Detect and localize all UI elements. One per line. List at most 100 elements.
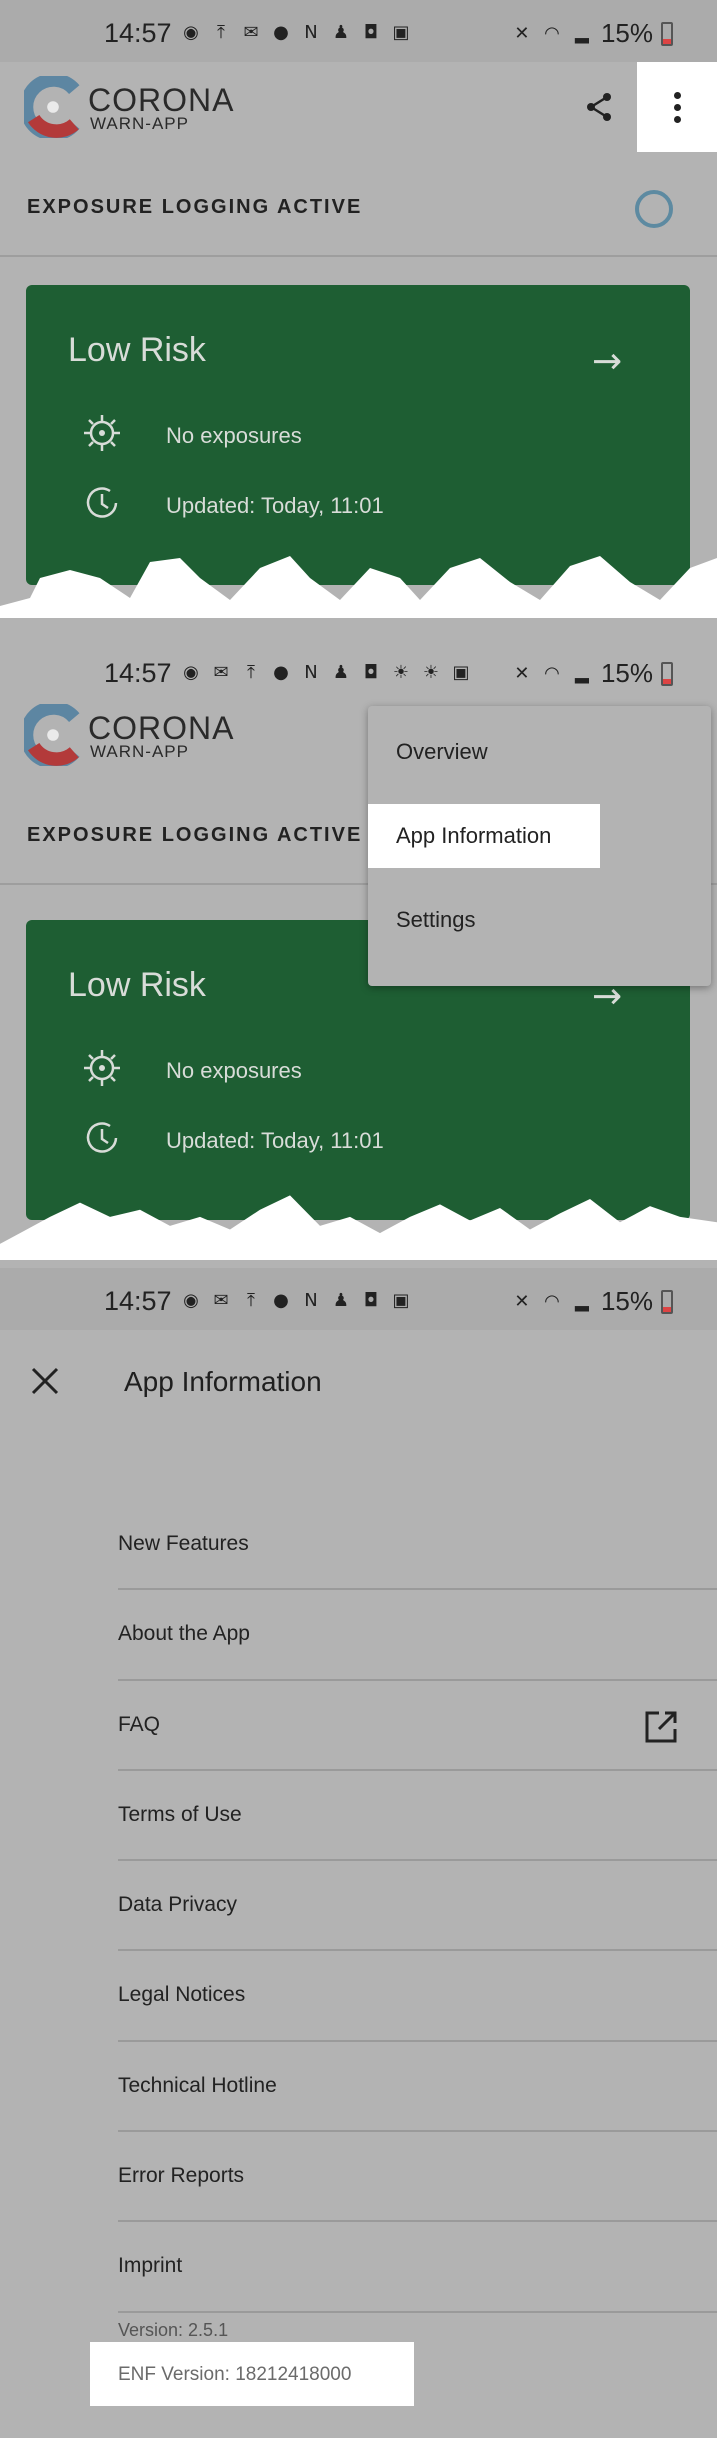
mail-icon: ✉ (243, 22, 259, 43)
app-logo-icon (24, 76, 80, 138)
close-icon[interactable] (28, 1364, 62, 1398)
camera-icon: ◘ (363, 22, 379, 43)
arrow-right-icon: → (592, 341, 623, 382)
wifi-icon: ◠ (544, 22, 560, 44)
dot-icon (674, 104, 681, 111)
camera-icon: ◘ (363, 1290, 379, 1311)
app-bar: CORONA WARN-APP (0, 62, 717, 152)
exposure-logging-row[interactable]: EXPOSURE LOGGING ACTIVE (0, 152, 717, 257)
risk-title: Low Risk (68, 966, 206, 1004)
risk-updated: Updated: Today, 11:01 (166, 1128, 384, 1153)
list-item-imprint[interactable]: Imprint (118, 2222, 717, 2313)
app-information-header: App Information (0, 1330, 717, 1430)
mail-icon: ✉ (213, 1290, 229, 1311)
torn-edge (0, 556, 717, 618)
share-icon[interactable] (578, 86, 620, 128)
notification-icon: ◉ (183, 662, 199, 683)
battery-icon (661, 21, 673, 46)
notification-icons: ◉ ⤒ ✉ ● N ♟ ◘ ▣ (180, 22, 412, 44)
list-item-label: Terms of Use (118, 1802, 242, 1826)
status-right: ✕ ◠ ▂ 15% (511, 1286, 673, 1317)
clock-refresh-icon (86, 487, 118, 518)
status-bar: 14:57 ◉ ⤒ ✉ ● N ♟ ◘ ▣ ✕ ◠ ▂ 15% (0, 0, 717, 62)
image-icon: ▣ (392, 1290, 410, 1311)
risk-title: Low Risk (68, 331, 206, 369)
battery-percent: 15% (600, 18, 653, 48)
risk-card[interactable]: Low Risk → No exposures Updated: Today, … (26, 285, 690, 585)
brand-sub: WARN-APP (90, 114, 189, 133)
notification-icons: ◉ ✉ ⤒ ● N ♟ ◘ ☀ ☀ ▣ (180, 662, 472, 684)
menu-item-overview[interactable]: Overview (368, 720, 488, 784)
list-item-faq[interactable]: FAQ (118, 1681, 717, 1771)
list-item-data-privacy[interactable]: Data Privacy (118, 1861, 717, 1952)
list-item-label: Imprint (118, 2254, 183, 2278)
account-icon: ● (273, 662, 289, 683)
external-link-icon (645, 1711, 677, 1743)
person-icon: ♟ (332, 1290, 350, 1311)
wifi-icon: ◠ (544, 1290, 560, 1312)
battery-icon (661, 661, 673, 686)
list-item-label: Legal Notices (118, 1983, 246, 2007)
list-item-about-the-app[interactable]: About the App (118, 1590, 717, 1681)
virus-icon (84, 1050, 120, 1086)
page-title: App Information (124, 1366, 322, 1397)
mute-icon: ✕ (514, 662, 530, 684)
upload-icon: ⤒ (247, 662, 255, 683)
torn-edge (0, 1195, 717, 1260)
list-item-terms-of-use[interactable]: Terms of Use (118, 1771, 717, 1862)
exposure-status-ring-icon (635, 190, 673, 228)
enf-version: ENF Version: 18212418000 (118, 2364, 352, 2385)
risk-exposures: No exposures (166, 423, 302, 448)
list-item-label: FAQ (118, 1712, 161, 1736)
sunrise-icon: ☀ (392, 662, 410, 683)
battery-percent: 15% (600, 1286, 653, 1316)
screenshot-panel-app-information: 14:57 ◉ ✉ ⤒ ● N ♟ ◘ ▣ ✕ ◠ ▂ 15% App Info… (0, 1268, 717, 2438)
list-item-label: Error Reports (118, 2164, 245, 2188)
exposure-logging-label: EXPOSURE LOGGING ACTIVE (27, 824, 363, 846)
n-app-icon: N (304, 1290, 318, 1311)
wifi-icon: ◠ (544, 662, 560, 684)
account-icon: ● (273, 1290, 289, 1311)
menu-item-settings[interactable]: Settings (368, 888, 476, 952)
signal-icon: ▂ (575, 662, 589, 684)
list-item-error-reports[interactable]: Error Reports (118, 2132, 717, 2223)
app-version: Version: 2.5.1 (118, 2320, 229, 2340)
status-time: 14:57 (104, 658, 172, 688)
person-icon: ♟ (332, 662, 350, 683)
sunset-icon: ☀ (422, 662, 440, 683)
mail-icon: ✉ (213, 662, 229, 683)
risk-updated: Updated: Today, 11:01 (166, 493, 384, 518)
status-right: ✕ ◠ ▂ 15% (511, 658, 673, 689)
screenshot-panel-home: 14:57 ◉ ⤒ ✉ ● N ♟ ◘ ▣ ✕ ◠ ▂ 15% CORONA W… (0, 0, 717, 628)
brand-sub: WARN-APP (90, 742, 189, 761)
battery-icon (661, 1289, 673, 1314)
list-item-legal-notices[interactable]: Legal Notices (118, 1951, 717, 2042)
n-app-icon: N (304, 22, 318, 43)
enf-version-box: ENF Version: 18212418000 (90, 2342, 414, 2406)
list-item-new-features[interactable]: New Features (118, 1500, 717, 1591)
upload-icon: ⤒ (217, 22, 225, 43)
mute-icon: ✕ (514, 22, 530, 44)
menu-item-app-information[interactable]: App Information (368, 804, 600, 868)
notification-icon: ◉ (183, 1290, 199, 1311)
upload-icon: ⤒ (247, 1290, 255, 1311)
list-item-label: About the App (118, 1622, 250, 1646)
status-bar: 14:57 ◉ ✉ ⤒ ● N ♟ ◘ ☀ ☀ ▣ ✕ ◠ ▂ 15% (0, 628, 717, 690)
notification-icons: ◉ ✉ ⤒ ● N ♟ ◘ ▣ (180, 1290, 412, 1312)
virus-icon (84, 415, 120, 451)
status-time: 14:57 (104, 1286, 172, 1316)
image-icon: ▣ (452, 662, 470, 683)
status-bar: 14:57 ◉ ✉ ⤒ ● N ♟ ◘ ▣ ✕ ◠ ▂ 15% (0, 1268, 717, 1330)
image-icon: ▣ (392, 22, 410, 43)
more-options-button[interactable] (637, 62, 717, 152)
status-right: ✕ ◠ ▂ 15% (511, 18, 673, 49)
risk-exposures: No exposures (166, 1058, 302, 1083)
app-information-list: New Features About the App FAQ Terms of … (118, 1500, 717, 2313)
list-item-technical-hotline[interactable]: Technical Hotline (118, 2042, 717, 2133)
screenshot-panel-menu: 14:57 ◉ ✉ ⤒ ● N ♟ ◘ ☀ ☀ ▣ ✕ ◠ ▂ 15% CORO… (0, 628, 717, 1268)
status-time: 14:57 (104, 18, 172, 48)
list-item-label: Technical Hotline (118, 2073, 277, 2097)
mute-icon: ✕ (514, 1290, 530, 1312)
clock-refresh-icon (86, 1122, 118, 1153)
exposure-logging-label: EXPOSURE LOGGING ACTIVE (27, 196, 363, 218)
